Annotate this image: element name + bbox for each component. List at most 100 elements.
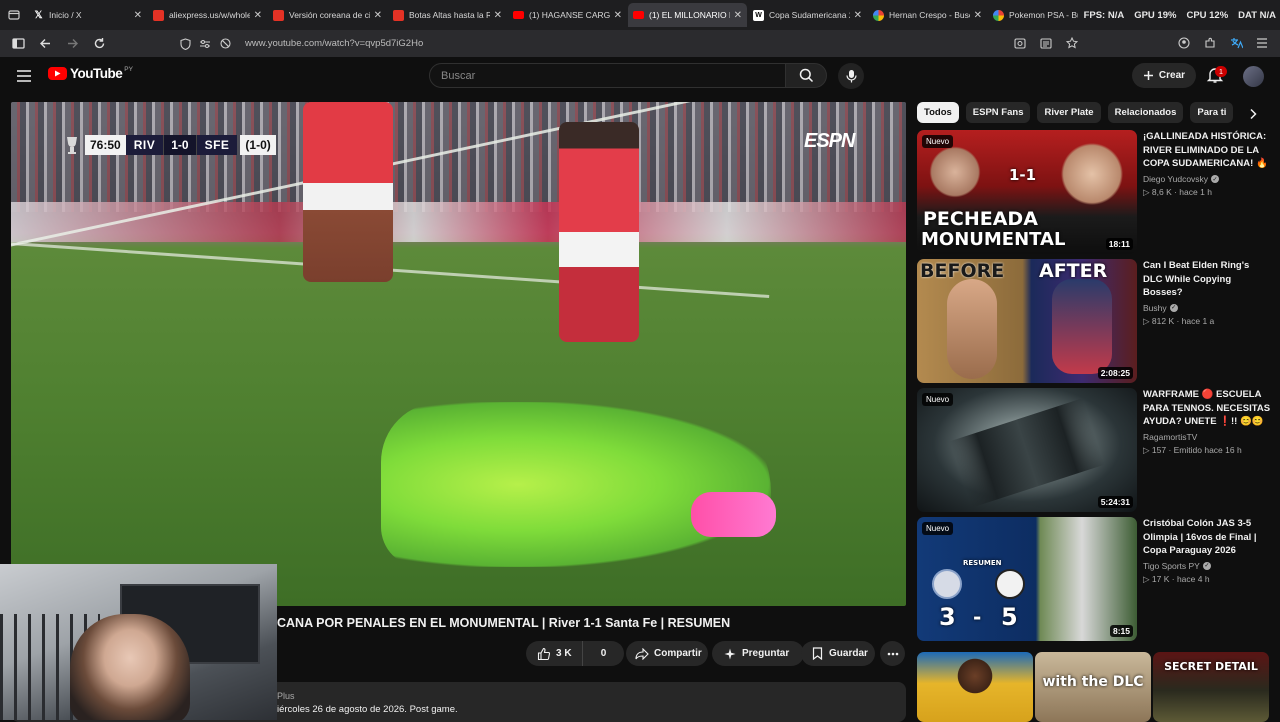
search-button[interactable] — [785, 63, 827, 88]
create-button[interactable]: Crear — [1132, 63, 1196, 88]
thumb-caption: BEFORE — [920, 260, 1005, 282]
close-tab-icon[interactable]: ✕ — [614, 10, 622, 21]
share-button[interactable]: Compartir — [626, 641, 708, 666]
recommendation-thumbnail[interactable]: BEFORE AFTER 2:08:25 — [917, 259, 1137, 383]
chip-para-ti[interactable]: Para ti — [1190, 102, 1234, 123]
recommendation-item[interactable]: RESUMEN 3 - 5 Nuevo 8:15 Cristóbal Colón… — [917, 517, 1272, 641]
guide-menu-icon[interactable] — [14, 66, 34, 86]
youtube-icon — [513, 11, 524, 19]
extensions-icon[interactable] — [1200, 33, 1220, 53]
app-menu-icon[interactable] — [1252, 33, 1272, 53]
reload-icon[interactable] — [87, 32, 111, 56]
tournament-logo-icon — [63, 134, 81, 156]
tab-actions-menu-icon[interactable] — [0, 0, 28, 30]
browser-tab[interactable]: Versión coreana de cintur ✕ — [268, 3, 387, 27]
url-text[interactable]: www.youtube.com/watch?v=qvp5d7iG2Ho — [245, 38, 423, 49]
recommendation-title[interactable]: Cristóbal Colón JAS 3-5 Olimpia | 16vos … — [1143, 517, 1271, 558]
close-tab-icon[interactable]: ✕ — [854, 10, 862, 21]
dislike-button[interactable]: 0 — [583, 641, 624, 666]
player-red — [559, 122, 639, 342]
recommendation-title[interactable]: Can I Beat Elden Ring's DLC While Copyin… — [1143, 259, 1271, 300]
save-button[interactable]: Guardar — [801, 641, 875, 666]
broadcaster-logo: ESPN — [804, 130, 855, 152]
browser-tab[interactable]: 𝕏 Inicio / X ✕ — [28, 3, 147, 27]
recommendation-item[interactable]: 1-1 PECHEADA MONUMENTAL Nuevo 18:11 ¡GAL… — [917, 130, 1272, 254]
share-arrow-icon — [635, 647, 649, 660]
shield-icon[interactable] — [175, 34, 195, 54]
close-tab-icon[interactable]: ✕ — [734, 10, 742, 21]
bookmark-star-icon[interactable] — [1062, 33, 1082, 53]
recommendation-thumbnail[interactable]: RESUMEN 3 - 5 Nuevo 8:15 — [917, 517, 1137, 641]
verified-check-icon: ✓ — [1169, 303, 1178, 312]
browser-tab[interactable]: Botas Altas hasta la Rodil ✕ — [388, 3, 507, 27]
chip-relacionados[interactable]: Relacionados — [1107, 102, 1184, 123]
filter-chips: Todos ESPN Fans River Plate Relacionados… — [917, 102, 1234, 124]
thumb-score: 1-1 — [1009, 166, 1037, 184]
save-label: Guardar — [829, 648, 868, 659]
recommendation-channel[interactable]: Diego Yudcovsky ✓ — [1143, 174, 1271, 184]
verified-check-icon: ✓ — [1211, 175, 1220, 183]
recommendation-item[interactable]: BEFORE AFTER 2:08:25 Can I Beat Elden Ri… — [917, 259, 1272, 383]
close-tab-icon[interactable]: ✕ — [494, 10, 502, 21]
tracking-protection-icon[interactable] — [215, 34, 235, 54]
goalkeeper-boots — [691, 492, 776, 537]
browser-tab[interactable]: aliexpress.us/w/wholesale ✕ — [148, 3, 267, 27]
browser-tab[interactable]: (1) HAGANSE CARGO DE ✕ — [508, 3, 627, 27]
browser-tab[interactable]: W Copa Sudamericana 2026 ✕ — [748, 3, 867, 27]
google-icon — [993, 9, 1004, 21]
thumb-face — [1057, 136, 1127, 212]
youtube-icon — [633, 11, 644, 19]
thumb-figure — [947, 279, 997, 379]
like-button[interactable]: 3 K — [526, 641, 583, 666]
browser-tab[interactable]: (1) EL MILLONARIO ELIM ✕ — [628, 3, 747, 27]
screenshot-icon[interactable] — [1010, 33, 1030, 53]
close-tab-icon[interactable]: ✕ — [974, 10, 982, 21]
thumb-caption: AFTER — [1039, 260, 1108, 282]
chip-espn-fans[interactable]: ESPN Fans — [965, 102, 1031, 123]
address-bar[interactable]: www.youtube.com/watch?v=qvp5d7iG2Ho — [175, 33, 1101, 54]
recommendation-channel[interactable]: RagamortisTV — [1143, 432, 1271, 442]
search-input[interactable] — [441, 69, 785, 82]
video-player[interactable]: 76:50 RIV 1-0 SFE (1-0) ESPN — [11, 102, 906, 606]
short-thumbnail[interactable]: SECRET DETAIL — [1153, 652, 1269, 722]
recommendation-title[interactable]: ¡GALLINEADA HISTÓRICA: RIVER ELIMINADO D… — [1143, 130, 1271, 171]
close-tab-icon[interactable]: ✕ — [374, 10, 382, 21]
chip-river-plate[interactable]: River Plate — [1037, 102, 1101, 123]
chip-todos[interactable]: Todos — [917, 102, 959, 123]
thumb-figure — [1052, 279, 1112, 374]
short-thumbnail[interactable]: with the DLC — [1035, 652, 1151, 722]
youtube-logo[interactable]: YouTube PY — [48, 66, 133, 81]
close-tab-icon[interactable]: ✕ — [134, 10, 142, 21]
thumb-caption: PECHEADA — [923, 208, 1038, 230]
more-horizontal-icon — [887, 652, 898, 655]
meta-text: 812 K · hace 1 a — [1151, 315, 1215, 326]
youtube-play-icon — [48, 67, 67, 80]
translate-extension-icon[interactable] — [1226, 33, 1246, 53]
sidebar-toggle-icon[interactable] — [6, 32, 30, 56]
close-tab-icon[interactable]: ✕ — [254, 10, 262, 21]
search-box[interactable] — [429, 63, 786, 88]
voice-search-button[interactable] — [838, 63, 864, 89]
forward-icon[interactable] — [60, 32, 84, 56]
recommendation-title[interactable]: WARFRAME 🔴 ESCUELA PARA TENNOS. NECESITA… — [1143, 388, 1271, 429]
short-thumbnail[interactable] — [917, 652, 1033, 722]
ask-button[interactable]: Preguntar — [712, 641, 804, 666]
verified-check-icon: ✓ — [1202, 561, 1211, 570]
reader-view-icon[interactable] — [1036, 33, 1056, 53]
home-team: RIV — [125, 135, 164, 155]
recommendation-item[interactable]: Nuevo 5:24:31 WARFRAME 🔴 ESCUELA PARA TE… — [917, 388, 1272, 512]
chips-next-icon[interactable] — [1243, 104, 1263, 124]
recommendation-channel[interactable]: Bushy ✓ — [1143, 303, 1271, 313]
recommendation-thumbnail[interactable]: 1-1 PECHEADA MONUMENTAL Nuevo 18:11 — [917, 130, 1137, 254]
new-badge: Nuevo — [922, 522, 954, 535]
like-count: 3 K — [556, 648, 572, 659]
more-actions-button[interactable] — [880, 641, 905, 666]
recommendation-thumbnail[interactable]: Nuevo 5:24:31 — [917, 388, 1137, 512]
account-avatar[interactable] — [1243, 66, 1264, 87]
recommendation-channel[interactable]: Tigo Sports PY ✓ — [1143, 561, 1271, 571]
site-settings-icon[interactable] — [195, 34, 215, 54]
account-icon[interactable] — [1174, 33, 1194, 53]
recommendation-meta: ▷ 17 K · hace 4 h — [1143, 574, 1271, 585]
browser-tab[interactable]: Hernan Crespo - Buscar ✕ — [868, 3, 987, 27]
back-icon[interactable] — [33, 32, 57, 56]
